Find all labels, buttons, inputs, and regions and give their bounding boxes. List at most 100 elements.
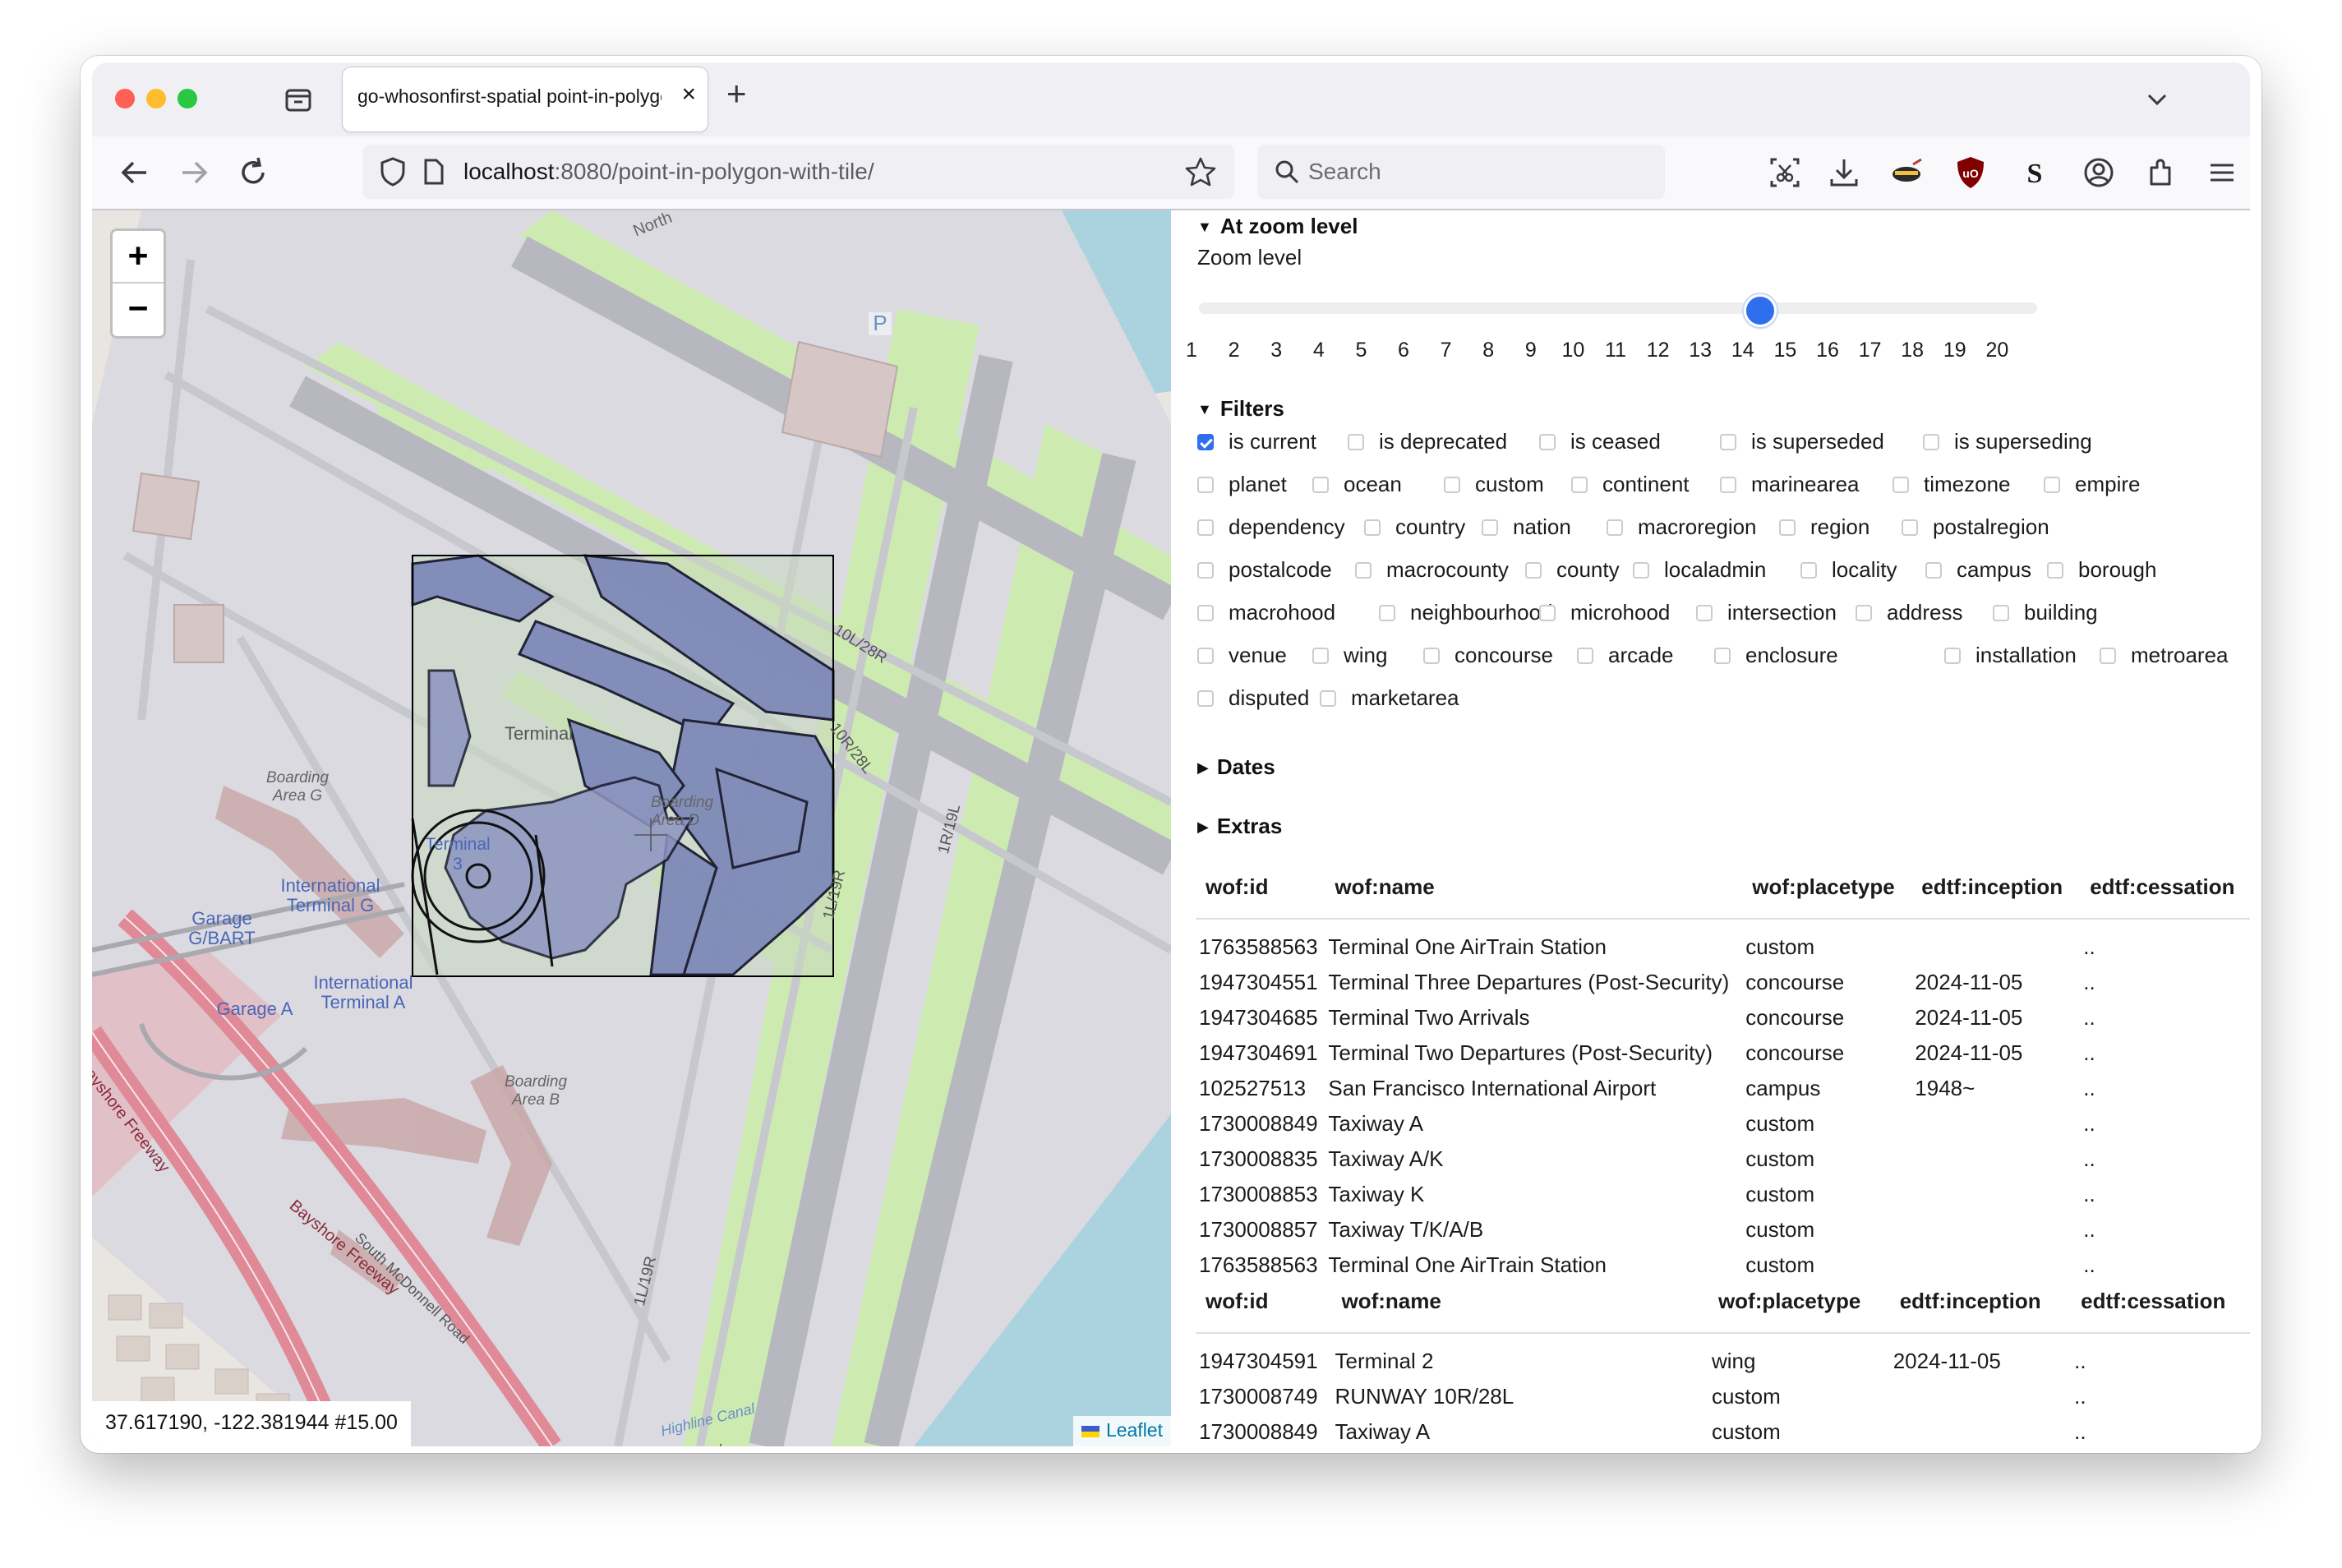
table-row[interactable]: 1730008849 Taxiway A custom.. (1196, 1414, 2250, 1446)
table-row[interactable]: 1730008835 Taxiway A/K custom.. (1196, 1141, 2250, 1177)
checkbox-icon[interactable] (1364, 519, 1381, 536)
zoom-window-button[interactable] (177, 89, 197, 108)
table-row[interactable]: 102527513 San Francisco International Air… (1196, 1071, 2250, 1106)
checkbox-icon[interactable] (2044, 476, 2060, 493)
checkbox-icon[interactable] (1197, 689, 1214, 707)
table-row[interactable]: 1763588563 Terminal One AirTrain Station c… (1196, 1247, 2250, 1283)
filter-checkbox[interactable]: venue (1197, 643, 1287, 668)
filter-checkbox[interactable]: region (1779, 514, 1869, 540)
checkbox-icon[interactable] (1197, 604, 1214, 621)
forward-arrow-icon[interactable] (176, 154, 212, 191)
filter-checkbox[interactable]: ocean (1312, 472, 1402, 497)
checkbox-icon[interactable] (1577, 647, 1593, 664)
checkbox-icon[interactable] (1856, 604, 1872, 621)
checkbox-icon[interactable] (1197, 476, 1214, 493)
filter-checkbox[interactable]: locality (1800, 557, 1897, 583)
checkbox-icon[interactable] (1197, 561, 1214, 579)
filter-checkbox[interactable]: dependency (1197, 514, 1345, 540)
checkbox-icon[interactable] (2047, 561, 2063, 579)
filter-checkbox[interactable]: empire (2044, 472, 2140, 497)
filter-checkbox[interactable]: marketarea (1320, 685, 1459, 711)
leaflet-attribution[interactable]: Leaflet (1072, 1416, 1171, 1446)
table-row[interactable]: 1947304685 Terminal Two Arrivals concourse… (1196, 1000, 2250, 1035)
table-row[interactable]: 1730008849 Taxiway A custom.. (1196, 1106, 2250, 1141)
checkbox-icon[interactable] (1539, 604, 1556, 621)
back-arrow-icon[interactable] (117, 154, 153, 191)
filter-checkbox[interactable]: address (1856, 600, 1963, 625)
filters-section-toggle[interactable]: ▼ Filters (1197, 396, 1284, 422)
checkbox-icon[interactable] (1482, 519, 1498, 536)
filter-checkbox[interactable]: neighbourhood (1379, 600, 1553, 625)
filter-checkbox[interactable]: county (1525, 557, 1620, 583)
filter-checkbox[interactable]: is current (1197, 429, 1316, 454)
filter-checkbox[interactable]: microhood (1539, 600, 1670, 625)
checkbox-icon[interactable] (1379, 604, 1395, 621)
checkbox-icon[interactable] (1539, 433, 1556, 450)
table-row[interactable]: 1947304591 Terminal 2 wing 2024-11-05.. (1196, 1333, 2250, 1379)
reload-icon[interactable] (235, 154, 271, 191)
filter-checkbox[interactable]: continent (1571, 472, 1690, 497)
table-row[interactable]: 1763588563 Terminal One AirTrain Station c… (1196, 919, 2250, 965)
checkbox-icon[interactable] (1696, 604, 1713, 621)
tab-close-icon[interactable]: × (681, 81, 696, 108)
filter-checkbox[interactable]: campus (1925, 557, 2031, 583)
table-row[interactable]: 1947304691 Terminal Two Departures (Post-… (1196, 1035, 2250, 1071)
table-row[interactable]: 1730008857 Taxiway T/K/A/B custom.. (1196, 1212, 2250, 1247)
filter-checkbox[interactable]: postalregion (1902, 514, 2049, 540)
checkbox-icon[interactable] (1197, 519, 1214, 536)
new-tab-button[interactable]: + (726, 74, 747, 113)
filter-checkbox[interactable]: localadmin (1633, 557, 1766, 583)
filter-checkbox[interactable]: installation (1944, 643, 2077, 668)
checkbox-icon[interactable] (1312, 476, 1329, 493)
filter-checkbox[interactable]: is superseded (1720, 429, 1884, 454)
filter-checkbox[interactable]: is deprecated (1348, 429, 1507, 454)
filter-checkbox[interactable]: wing (1312, 643, 1387, 668)
chevron-down-icon[interactable] (2145, 87, 2169, 112)
close-window-button[interactable] (115, 89, 135, 108)
active-tab[interactable]: go-whosonfirst-spatial point-in-polygon-… (343, 67, 708, 131)
table-row[interactable]: 1730008749 RUNWAY 10R/28L custom.. (1196, 1379, 2250, 1414)
checkbox-icon[interactable] (1893, 476, 1909, 493)
filter-checkbox[interactable]: intersection (1696, 600, 1837, 625)
extras-section-toggle[interactable]: ▶ Extras (1197, 814, 1282, 839)
checkbox-icon[interactable] (1633, 561, 1649, 579)
filter-checkbox[interactable]: timezone (1893, 472, 2011, 497)
filter-checkbox[interactable]: building (1993, 600, 2098, 625)
extension-s-icon[interactable]: S (2017, 154, 2053, 191)
shield-icon[interactable] (378, 156, 408, 187)
checkbox-icon[interactable] (1525, 561, 1542, 579)
filter-checkbox[interactable]: metroarea (2100, 643, 2229, 668)
filter-checkbox[interactable]: custom (1444, 472, 1544, 497)
checkbox-icon[interactable] (1348, 433, 1364, 450)
checkbox-icon[interactable] (1993, 604, 2009, 621)
filter-checkbox[interactable]: is superseding (1923, 429, 2092, 454)
filter-checkbox[interactable]: macrocounty (1355, 557, 1509, 583)
checkbox-checked-icon[interactable] (1197, 433, 1214, 450)
filter-checkbox[interactable]: is ceased (1539, 429, 1661, 454)
search-bar[interactable]: Search (1257, 145, 1665, 199)
zoom-section-toggle[interactable]: ▼ At zoom level (1197, 214, 1358, 239)
account-icon[interactable] (2081, 154, 2117, 191)
filter-checkbox[interactable]: postalcode (1197, 557, 1332, 583)
checkbox-icon[interactable] (1571, 476, 1588, 493)
filter-checkbox[interactable]: disputed (1197, 685, 1309, 711)
filter-checkbox[interactable]: borough (2047, 557, 2156, 583)
checkbox-icon[interactable] (1720, 476, 1736, 493)
dates-section-toggle[interactable]: ▶ Dates (1197, 754, 1275, 780)
checkbox-icon[interactable] (1607, 519, 1623, 536)
ublock-origin-icon[interactable]: uO (1952, 154, 1989, 191)
checkbox-icon[interactable] (1923, 433, 1939, 450)
table-row[interactable]: 1947304551 Terminal Three Departures (Pos… (1196, 965, 2250, 1000)
checkbox-icon[interactable] (1944, 647, 1961, 664)
checkbox-icon[interactable] (1902, 519, 1918, 536)
minimize-window-button[interactable] (146, 89, 166, 108)
filter-checkbox[interactable]: concourse (1423, 643, 1553, 668)
zoom-out-button[interactable]: − (113, 284, 164, 334)
checkbox-icon[interactable] (1355, 561, 1372, 579)
extensions-puzzle-icon[interactable] (2143, 154, 2179, 191)
filter-checkbox[interactable]: arcade (1577, 643, 1674, 668)
filter-checkbox[interactable]: macrohood (1197, 600, 1335, 625)
download-icon[interactable] (1826, 154, 1862, 191)
table-row[interactable]: 1730008853 Taxiway K custom.. (1196, 1177, 2250, 1212)
extension-ninja-icon[interactable] (1888, 154, 1925, 191)
